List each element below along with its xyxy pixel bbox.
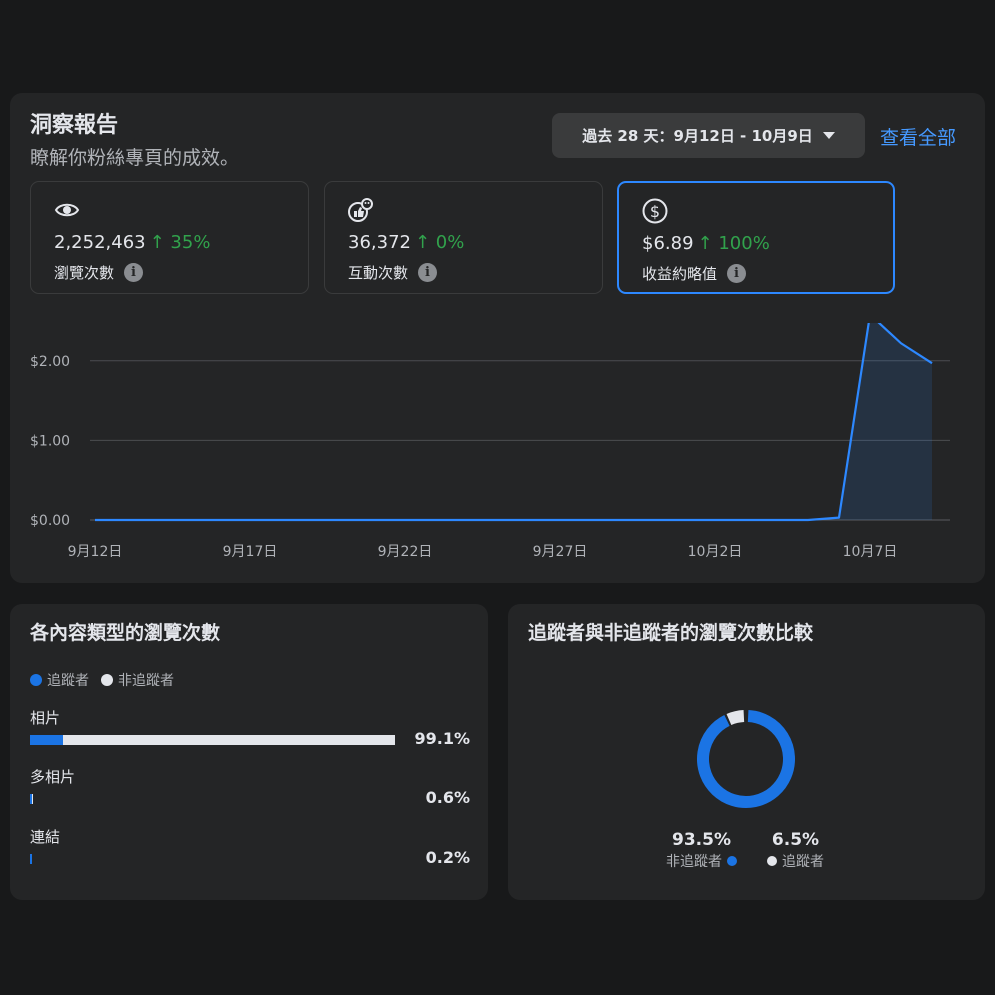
non-follower-percent: 93.5% (672, 830, 731, 850)
legend-dot (767, 856, 777, 866)
y-tick-label: $1.00 (30, 433, 70, 449)
non-follower-stat: 93.5% 非追蹤者 (666, 830, 737, 871)
follower-label-row: 追蹤者 (767, 851, 824, 871)
bar-label: 連結 (30, 828, 61, 846)
metric-value: $6.89 ↑ 100% (642, 233, 770, 254)
donut-segment-follower (726, 710, 745, 726)
revenue-line-chart: $0.00 $1.00 $2.00 9月12日 9月17日 9月22日 9月27日 10月2日… (30, 323, 950, 560)
see-all-link[interactable]: 查看全部 (880, 123, 956, 150)
info-icon[interactable]: i (124, 263, 144, 282)
info-icon[interactable]: i (727, 264, 747, 283)
caret-down-icon (822, 132, 835, 139)
metric-number: 2,252,463 (54, 232, 146, 253)
bar-non-follower-segment (62, 735, 395, 745)
metric-label: 互動次數 (348, 264, 409, 282)
page-subtitle: 瞭解你粉絲專頁的成效。 (30, 147, 240, 169)
follower-label: 追蹤者 (782, 854, 824, 870)
bar-track (30, 794, 33, 804)
bar-percent: 0.6% (425, 788, 470, 807)
metric-label: 收益約略值 (642, 265, 718, 283)
bar-follower-segment (30, 735, 63, 745)
bar-row-photo: 相片 99.1% (30, 707, 470, 757)
x-tick-label: 9月17日 (223, 544, 278, 560)
metric-label-row: 收益約略值 i (642, 263, 747, 284)
area-fill (95, 323, 932, 520)
x-tick-label: 9月22日 (378, 544, 433, 560)
bar-row-multi-photo: 多相片 0.6% (30, 766, 470, 816)
follower-comparison-card: 追蹤者與非追蹤者的瀏覽次數比較 93.5% 非追蹤者 6.5% 追蹤者 (508, 604, 985, 900)
metric-card-revenue[interactable]: $ $6.89 ↑ 100% 收益約略值 i (617, 181, 895, 294)
bar-percent: 0.2% (425, 848, 470, 867)
bar-row-link: 連結 0.2% (30, 826, 470, 876)
info-icon[interactable]: i (418, 263, 438, 282)
insights-card: 洞察報告 瞭解你粉絲專頁的成效。 過去 28 天：9月12日 - 10月9日 查… (10, 93, 985, 583)
x-tick-label: 10月7日 (843, 544, 898, 560)
legend-label: 非追蹤者 (118, 673, 174, 689)
svg-text:$: $ (650, 202, 660, 221)
bar-follower-segment (30, 854, 32, 864)
metric-change: ↑ 100% (697, 233, 770, 254)
legend-item-follower: 追蹤者 (30, 670, 89, 690)
bar-label: 多相片 (30, 768, 76, 786)
content-types-card: 各內容類型的瀏覽次數 追蹤者 非追蹤者 相片 99.1% 多相片 0.6% 連結 (10, 604, 488, 900)
follower-donut-chart (697, 710, 795, 808)
bar-track (30, 735, 395, 745)
non-follower-label: 非追蹤者 (666, 854, 722, 870)
follower-percent: 6.5% (771, 830, 820, 850)
follower-stat: 6.5% 追蹤者 (767, 830, 824, 871)
page-title: 洞察報告 (30, 113, 119, 138)
metric-card-views[interactable]: 2,252,463 ↑ 35% 瀏覽次數 i (30, 181, 309, 294)
metric-change: ↑ 0% (414, 232, 465, 253)
bar-label: 相片 (30, 709, 61, 727)
non-follower-label-row: 非追蹤者 (666, 851, 737, 871)
legend-item-non-follower: 非追蹤者 (101, 670, 174, 690)
legend-dot (727, 856, 737, 866)
series-line (95, 323, 933, 522)
metric-label-row: 互動次數 i (348, 262, 438, 283)
donut-segment-non-follower (697, 710, 795, 808)
legend: 追蹤者 非追蹤者 (30, 670, 174, 690)
dollar-icon: $ (642, 198, 668, 224)
section-title: 追蹤者與非追蹤者的瀏覽次數比較 (528, 622, 814, 644)
section-title: 各內容類型的瀏覽次數 (30, 622, 221, 644)
date-range-dropdown[interactable]: 過去 28 天：9月12日 - 10月9日 (552, 113, 865, 158)
x-tick-label: 10月2日 (688, 544, 743, 560)
bar-percent: 99.1% (414, 729, 470, 748)
x-tick-label: 9月27日 (533, 544, 588, 560)
metric-value: 36,372 ↑ 0% (348, 232, 464, 253)
date-range-label: 過去 28 天：9月12日 - 10月9日 (582, 127, 813, 145)
eye-icon (54, 203, 80, 217)
metric-card-engagement[interactable]: 36,372 ↑ 0% 互動次數 i (324, 181, 603, 294)
metric-label: 瀏覽次數 (54, 264, 115, 282)
legend-dot (30, 674, 42, 686)
y-tick-label: $0.00 (30, 513, 70, 529)
legend-dot (101, 674, 113, 686)
legend-label: 追蹤者 (47, 673, 89, 689)
metric-value: 2,252,463 ↑ 35% (54, 232, 210, 253)
reaction-icon (348, 198, 373, 222)
metric-number: 36,372 (348, 232, 411, 253)
metric-change: ↑ 35% (149, 232, 211, 253)
y-tick-label: $2.00 (30, 354, 70, 370)
bar-track (30, 854, 32, 864)
x-tick-label: 9月12日 (68, 544, 123, 560)
metric-number: $6.89 (642, 233, 694, 254)
metric-label-row: 瀏覽次數 i (54, 262, 144, 283)
